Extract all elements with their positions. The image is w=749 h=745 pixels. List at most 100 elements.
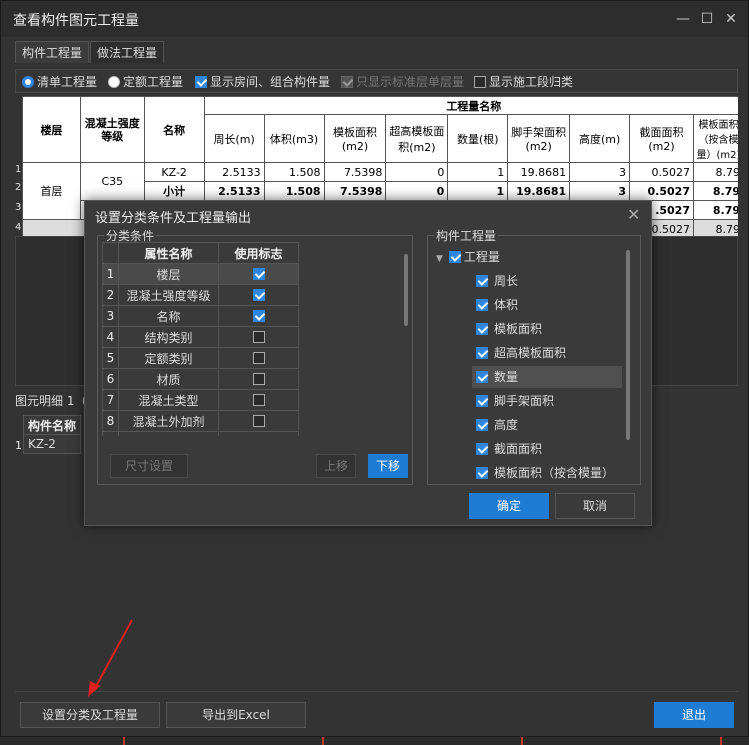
cell-value: 8.79 [692, 162, 738, 182]
detail-column-header: 构件名称 [22, 415, 82, 435]
tree-item[interactable]: 截面面积 [472, 438, 622, 460]
checkbox-checked-icon[interactable] [476, 467, 488, 479]
attr-flag-checkbox[interactable] [218, 263, 299, 285]
attr-flag-checkbox[interactable] [218, 410, 299, 432]
col-header: 体积(m3) [263, 114, 325, 163]
checkbox-checked-icon[interactable] [252, 268, 265, 280]
tab-component-quantity[interactable]: 构件工程量 [15, 41, 90, 63]
checkbox-checked-icon[interactable] [252, 310, 265, 322]
attribute-row[interactable]: 8 混凝土外加剂 [102, 410, 299, 432]
checkbox-checked-icon[interactable] [476, 371, 488, 383]
attribute-row[interactable]: 3 名称 [102, 305, 299, 327]
checkbox-unchecked-icon[interactable] [252, 394, 265, 406]
detail-header: 图元明细 1（ [15, 394, 87, 408]
checkbox-show-segment[interactable]: 显示施工段归类 [474, 74, 573, 90]
tree-item-label: 截面面积 [494, 442, 543, 456]
checkbox-checked-icon[interactable] [476, 395, 488, 407]
tree-item[interactable]: 周长 [472, 270, 622, 292]
tree-item[interactable]: 超高模板面积 [472, 342, 622, 364]
checkbox-checked-icon[interactable] [476, 299, 488, 311]
quantity-tree: ▼ 工程量 周长 体积 模板面积超高模板面积 数量脚手架面积 高度截面面积模板面积（按含模… [436, 246, 624, 482]
show-room-label: 显示房间、组合构件量 [210, 75, 331, 89]
checkbox-unchecked-icon[interactable] [252, 352, 265, 364]
attribute-row[interactable]: 9泵送类型 [102, 431, 299, 436]
minimize-icon[interactable]: — [673, 9, 693, 29]
cell-value: 8.79 [692, 219, 738, 236]
tree-item[interactable]: 模板面积（按含模量） [472, 462, 622, 482]
cell-value: 7.5398 [323, 181, 387, 201]
set-classification-button[interactable]: 设置分类及工程量 [20, 702, 160, 728]
attr-flag-checkbox[interactable] [218, 431, 299, 436]
tree-item[interactable]: 模板面积 [472, 318, 622, 340]
attr-index: 5 [102, 347, 119, 369]
checkbox-checked-icon[interactable] [476, 347, 488, 359]
attribute-row[interactable]: 1 楼层 [102, 263, 299, 285]
tree-item[interactable]: 高度 [472, 414, 622, 436]
checkbox-unchecked-icon[interactable] [252, 331, 265, 343]
attribute-row[interactable]: 6 材质 [102, 368, 299, 390]
checkbox-only-standard: 只显示标准层单层量 [341, 74, 464, 90]
tree-item[interactable]: 脚手架面积 [472, 390, 622, 412]
checkbox-checked-icon[interactable] [448, 251, 461, 263]
move-down-button[interactable]: 下移 [368, 454, 408, 478]
close-icon[interactable]: ✕ [721, 9, 741, 29]
attr-flag-checkbox[interactable] [218, 305, 299, 327]
checkbox-checked-icon[interactable] [252, 289, 265, 301]
tree-item[interactable]: 体积 [472, 294, 622, 316]
attr-name: 材质 [118, 368, 219, 390]
cancel-button[interactable]: 取消 [555, 493, 635, 519]
tree-item-label: 数量 [494, 370, 519, 384]
radio-dinge[interactable]: 定额工程量 [108, 74, 183, 90]
show-segment-label: 显示施工段归类 [489, 75, 574, 89]
maximize-icon[interactable]: ☐ [697, 9, 717, 29]
dialog-close-icon[interactable]: ✕ [627, 205, 640, 224]
attribute-scrollbar[interactable] [404, 254, 408, 326]
checkbox-checked-icon[interactable] [476, 275, 488, 287]
attr-flag-checkbox[interactable] [218, 389, 299, 411]
tab-method-quantity[interactable]: 做法工程量 [90, 41, 165, 63]
cell-value: 3 [569, 181, 631, 201]
attr-index: 6 [102, 368, 119, 390]
attr-index: 8 [102, 410, 119, 432]
tree-item[interactable]: 数量 [472, 366, 622, 388]
attr-flag-checkbox[interactable] [218, 347, 299, 369]
ok-button[interactable]: 确定 [469, 493, 549, 519]
tree-scrollbar[interactable] [626, 250, 630, 440]
attr-index: 2 [102, 284, 119, 306]
export-excel-button[interactable]: 导出到Excel [166, 702, 306, 728]
col-header: 数量(根) [447, 114, 509, 163]
exit-button[interactable]: 退出 [654, 702, 734, 728]
attr-name-header: 属性名称 [118, 242, 219, 264]
cell-value: 1.508 [263, 162, 325, 182]
radio-unselected-icon [108, 76, 120, 88]
attribute-row[interactable]: 5 定额类别 [102, 347, 299, 369]
cell-value: 1 [447, 181, 509, 201]
attr-name: 楼层 [118, 263, 219, 285]
checkbox-checked-icon[interactable] [476, 323, 488, 335]
col-header: 高度(m) [569, 114, 631, 163]
attribute-row[interactable]: 7 混凝土类型 [102, 389, 299, 411]
checkbox-unchecked-icon[interactable] [252, 415, 265, 427]
header-name: 名称 [143, 96, 205, 163]
tree-item-label: 超高模板面积 [494, 346, 567, 360]
checkbox-checked-icon[interactable] [476, 443, 488, 455]
checkbox-checked-icon[interactable] [476, 419, 488, 431]
detail-row[interactable]: KZ-2 [22, 434, 82, 454]
attr-flag-checkbox[interactable] [218, 284, 299, 306]
cell-value: 2.5133 [203, 162, 265, 182]
radio-qingdan[interactable]: 清单工程量 [22, 74, 97, 90]
attr-name: 名称 [118, 305, 219, 327]
checkbox-show-room[interactable]: 显示房间、组合构件量 [195, 74, 330, 90]
tree-collapse-icon[interactable]: ▼ [436, 254, 443, 264]
component-quantity-group-label: 构件工程量 [434, 227, 499, 244]
tree-root[interactable]: ▼ 工程量 [436, 246, 500, 268]
attr-flag-checkbox[interactable] [218, 368, 299, 390]
attribute-row[interactable]: 4 结构类别 [102, 326, 299, 348]
attribute-row[interactable]: 2 混凝土强度等级 [102, 284, 299, 306]
checkbox-unchecked-icon[interactable] [252, 373, 265, 385]
attr-flag-checkbox[interactable] [218, 326, 299, 348]
red-tick [720, 737, 722, 745]
radio-qingdan-label: 清单工程量 [37, 75, 98, 89]
header-quantity-group: 工程量名称 [203, 96, 738, 115]
red-tick [521, 737, 523, 745]
